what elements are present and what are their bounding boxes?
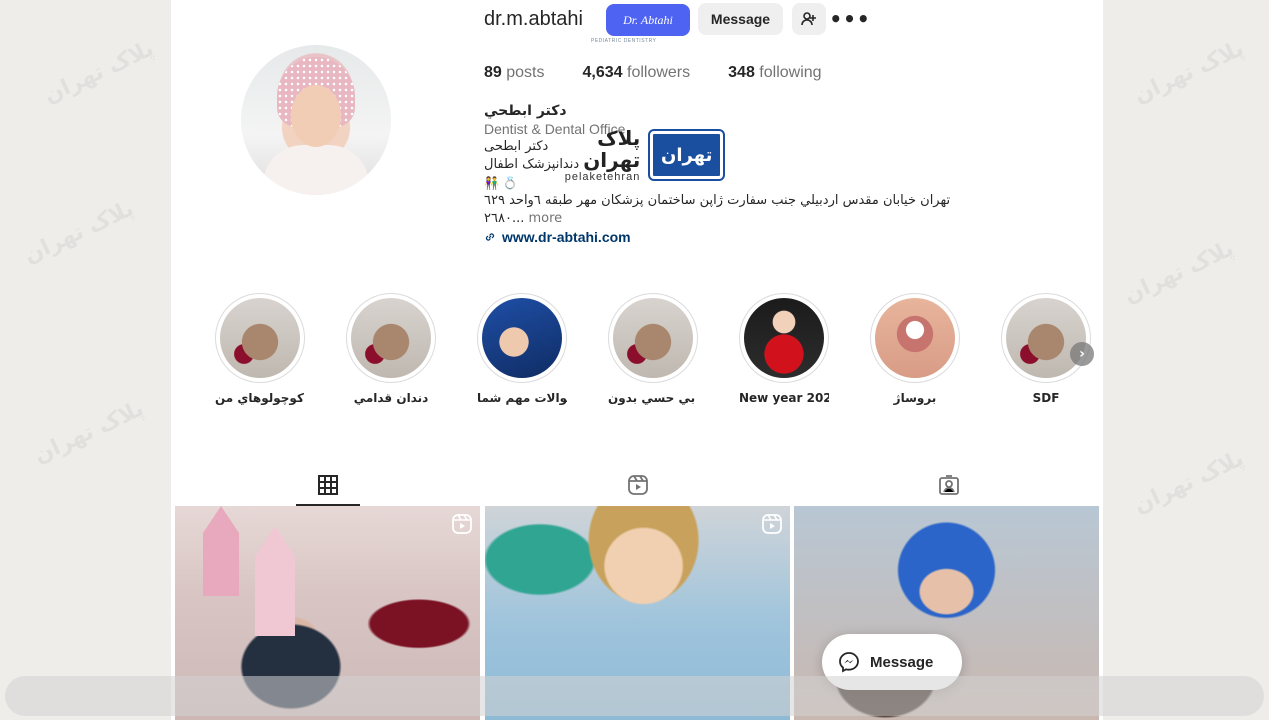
highlight-thumbnail	[482, 298, 562, 378]
profile-tabs	[171, 462, 1103, 507]
post-castle-decor	[203, 506, 239, 596]
highlight-ring	[870, 293, 960, 383]
highlight-ring	[608, 293, 698, 383]
clinic-logo-subtext: PEDIATRIC DENTISTRY	[591, 38, 657, 44]
watermark-en: pelaketehran	[564, 171, 641, 183]
background-watermark: پلاک تهران	[40, 36, 158, 109]
highlight-label: New year 2025	[739, 391, 829, 405]
highlight-thumbnail	[1006, 298, 1086, 378]
highlight-thumbnail	[613, 298, 693, 378]
follow-user-button[interactable]	[792, 3, 826, 35]
clinic-logo: Dr. Abtahi	[606, 4, 690, 36]
tab-tagged[interactable]	[934, 470, 964, 500]
background-watermark: پلاک تهران	[1130, 36, 1248, 109]
followers-stat[interactable]: 4,634 followers	[583, 64, 691, 82]
story-highlights: کوچولوهاي من... دندان قدامي سوالات مهم ش…	[215, 293, 1103, 413]
site-watermark: پلاک تهران pelaketehran تهران	[541, 126, 725, 183]
tagged-icon	[939, 475, 959, 495]
following-count: 348	[728, 64, 755, 81]
bio-name: دکتر ابطحي	[484, 103, 567, 119]
posts-label: posts	[506, 64, 545, 81]
highlights-next-button[interactable]: ›	[1070, 342, 1094, 366]
tab-reels[interactable]	[623, 470, 653, 500]
highlight-thumbnail	[744, 298, 824, 378]
more-options-button[interactable]: •••	[829, 5, 869, 33]
post-castle-decor	[255, 526, 295, 636]
bio-ellipsis: ...	[511, 211, 525, 226]
highlight-label: دندان قدامي	[353, 391, 429, 405]
instagram-profile-page: dr.m.abtahi Dr. Abtahi PEDIATRIC DENTIST…	[171, 0, 1103, 720]
highlight-item[interactable]: کوچولوهاي من...	[215, 293, 305, 405]
highlight-ring	[346, 293, 436, 383]
bio-website-text: www.dr-abtahi.com	[502, 229, 631, 245]
message-button[interactable]: Message	[698, 3, 783, 35]
background-watermark: پلاک تهران	[1130, 446, 1248, 519]
followers-count: 4,634	[582, 64, 623, 81]
highlight-item[interactable]: دندان قدامي	[346, 293, 436, 405]
highlight-ring	[739, 293, 829, 383]
reel-badge-icon	[452, 514, 472, 534]
highlight-ring	[215, 293, 305, 383]
highlight-ring	[1001, 293, 1091, 383]
tab-posts[interactable]	[313, 470, 343, 500]
highlight-label: بي حسي بدون ...	[608, 391, 698, 405]
add-user-icon	[801, 12, 816, 26]
background-watermark: پلاک تهران	[1120, 236, 1238, 309]
clinic-logo-text: Dr. Abtahi	[623, 12, 673, 27]
chevron-right-icon: ›	[1079, 346, 1085, 362]
avatar-face	[291, 85, 341, 147]
messenger-icon	[839, 652, 859, 673]
reels-icon	[628, 475, 648, 495]
highlight-label: سوالات مهم شما	[477, 391, 567, 405]
bio-address: تهران خيابان مقدس اردبيلي جنب سفارت ژاپن…	[484, 193, 951, 208]
profile-avatar[interactable]	[241, 45, 391, 195]
watermark-fa: پلاک تهران	[583, 126, 641, 172]
highlight-label: SDF	[1032, 391, 1060, 405]
floating-message-label: Message	[870, 653, 934, 671]
posts-stat[interactable]: 89 posts	[484, 64, 545, 82]
highlight-thumbnail	[875, 298, 955, 378]
background-watermark: پلاک تهران	[20, 196, 138, 269]
bottom-overlay-bar	[5, 676, 1264, 716]
avatar-body	[263, 145, 369, 195]
highlight-label: بروساژ	[893, 391, 937, 405]
bio-website-link[interactable]: www.dr-abtahi.com	[484, 228, 964, 246]
background-watermark: پلاک تهران	[30, 396, 148, 469]
highlight-label: کوچولوهاي من...	[215, 391, 305, 405]
highlight-item[interactable]: سوالات مهم شما	[477, 293, 567, 405]
profile-username: dr.m.abtahi	[484, 8, 583, 30]
posts-count: 89	[484, 64, 502, 81]
highlight-thumbnail	[220, 298, 300, 378]
bio-phone: ٢٦٨٠	[484, 211, 512, 226]
highlight-ring	[477, 293, 567, 383]
highlight-item[interactable]: New year 2025	[739, 293, 829, 405]
following-stat[interactable]: 348 following	[728, 64, 821, 82]
highlight-item[interactable]: بروساژ	[870, 293, 960, 405]
watermark-plate: تهران	[648, 129, 725, 181]
highlight-item[interactable]: بي حسي بدون ...	[608, 293, 698, 405]
followers-label: followers	[627, 64, 691, 81]
link-icon	[485, 233, 495, 241]
reel-badge-icon	[762, 514, 782, 534]
following-label: following	[759, 64, 822, 81]
watermark-text: پلاک تهران pelaketehran	[541, 126, 641, 183]
bio-more-link[interactable]: more	[528, 211, 562, 226]
bio-phone-line: ٢٦٨٠... more	[484, 210, 964, 228]
highlight-thumbnail	[351, 298, 431, 378]
grid-icon	[318, 475, 338, 495]
profile-stats: 89 posts 4,634 followers 348 following	[484, 64, 860, 82]
